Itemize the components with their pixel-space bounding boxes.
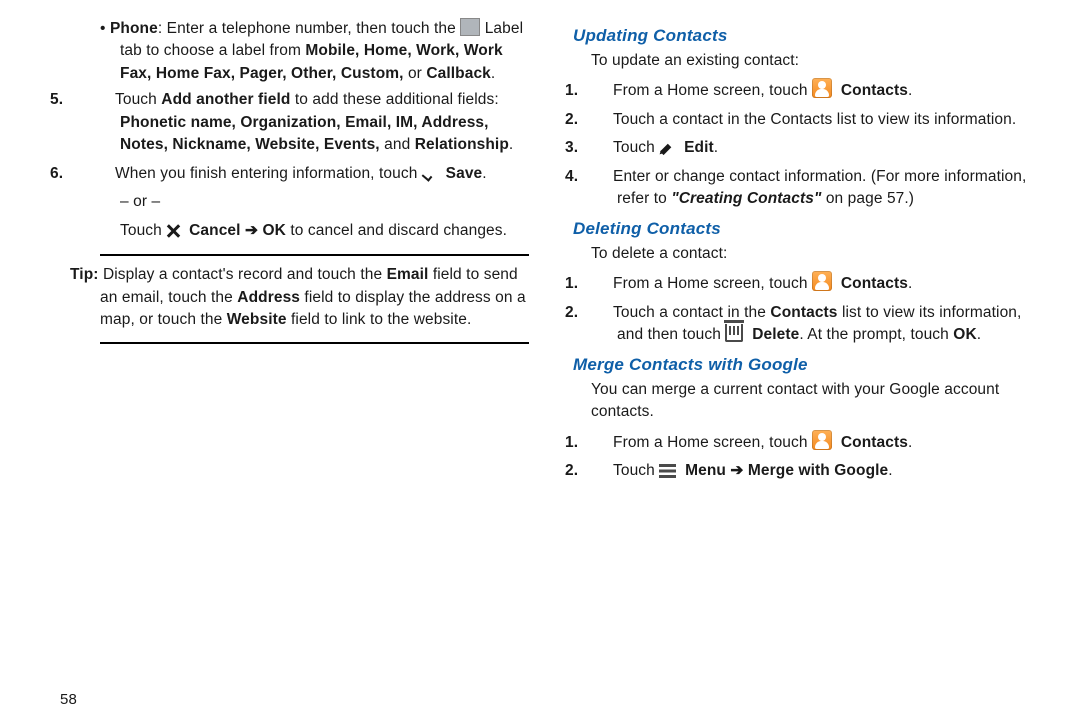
- contacts-icon: [812, 78, 832, 98]
- tip-text: Tip: Display a contact's record and touc…: [60, 264, 529, 331]
- update-step-1: 1.From a Home screen, touch Contacts.: [573, 78, 1042, 102]
- step-6: 6.When you finish entering information, …: [60, 163, 529, 185]
- merge-lead: You can merge a current contact with you…: [573, 379, 1042, 424]
- contacts-icon: [812, 430, 832, 450]
- tip-divider-top: [100, 254, 529, 256]
- step-6-alt: Touch Cancel ➔ OK to cancel and discard …: [60, 220, 529, 242]
- update-step-4: 4.Enter or change contact information. (…: [573, 166, 1042, 211]
- check-icon: [422, 166, 437, 181]
- x-icon: [166, 224, 180, 238]
- or-line: – or –: [60, 191, 529, 213]
- phone-bullet: • Phone: Enter a telephone number, then …: [60, 18, 529, 85]
- heading-deleting: Deleting Contacts: [573, 219, 1042, 239]
- delete-lead: To delete a contact:: [573, 243, 1042, 265]
- contacts-icon: [812, 271, 832, 291]
- merge-step-2: 2.Touch Menu ➔ Merge with Google.: [573, 460, 1042, 482]
- tip-divider-bottom: [100, 342, 529, 344]
- update-lead: To update an existing contact:: [573, 50, 1042, 72]
- heading-updating: Updating Contacts: [573, 26, 1042, 46]
- edit-icon: [659, 139, 675, 155]
- merge-step-1: 1.From a Home screen, touch Contacts.: [573, 430, 1042, 454]
- delete-step-1: 1.From a Home screen, touch Contacts.: [573, 271, 1042, 295]
- label-tab-icon: [460, 18, 480, 36]
- left-column: • Phone: Enter a telephone number, then …: [60, 18, 529, 720]
- delete-step-2: 2.Touch a contact in the Contacts list t…: [573, 302, 1042, 347]
- step-5: 5.Touch Add another field to add these a…: [60, 89, 529, 156]
- right-column: Updating Contacts To update an existing …: [569, 18, 1042, 720]
- heading-merge: Merge Contacts with Google: [573, 355, 1042, 375]
- update-step-2: 2.Touch a contact in the Contacts list t…: [573, 109, 1042, 131]
- update-step-3: 3.Touch Edit.: [573, 137, 1042, 159]
- page-number: 58: [60, 691, 77, 708]
- trash-icon: [725, 324, 743, 342]
- menu-icon: [659, 464, 676, 478]
